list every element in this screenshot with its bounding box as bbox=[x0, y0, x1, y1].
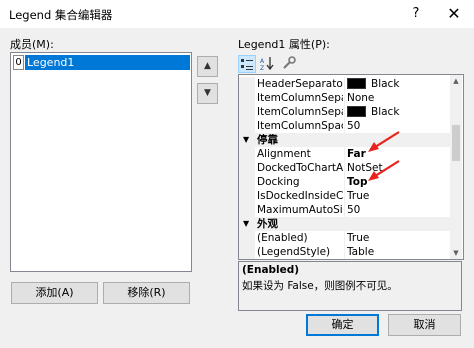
property-value-text: Top bbox=[347, 176, 368, 188]
property-row[interactable]: Alignment Far bbox=[239, 147, 450, 161]
members-label: 成员(M): bbox=[10, 38, 54, 51]
row-margin bbox=[239, 119, 255, 133]
column-divider bbox=[344, 245, 345, 259]
property-row[interactable]: HeaderSeparatorColor Black bbox=[239, 77, 450, 91]
property-row[interactable]: Docking Top bbox=[239, 175, 450, 189]
arrow-up-icon: ▲ bbox=[204, 61, 211, 71]
property-name: ItemColumnSpacing bbox=[257, 120, 343, 132]
property-name: ItemColumnSeparatorColor bbox=[257, 106, 343, 118]
properties-label: Legend1 属性(P): bbox=[238, 38, 330, 51]
column-divider bbox=[344, 189, 345, 203]
column-divider bbox=[344, 77, 345, 91]
row-margin bbox=[239, 245, 255, 259]
alphabetical-icon[interactable]: AZ bbox=[258, 55, 276, 73]
property-row[interactable]: ItemColumnSeparatorColor Black bbox=[239, 105, 450, 119]
close-button[interactable]: ✕ bbox=[443, 4, 465, 24]
property-value-cell: Black bbox=[347, 77, 450, 91]
description-text: 如果设为 False，则图例不可见。 bbox=[242, 280, 398, 292]
list-item[interactable]: 0 Legend1 bbox=[12, 55, 190, 70]
property-row[interactable]: (Enabled) True bbox=[239, 231, 450, 245]
scroll-down-icon[interactable]: ▼ bbox=[450, 247, 462, 259]
description-pane: (Enabled) 如果设为 False，则图例不可见。 bbox=[238, 261, 462, 311]
property-value: Table bbox=[347, 246, 375, 258]
move-up-button[interactable]: ▲ bbox=[197, 56, 218, 77]
color-swatch bbox=[347, 78, 366, 89]
column-divider bbox=[344, 105, 345, 119]
category-name: 停靠 bbox=[257, 134, 278, 146]
scroll-up-icon[interactable]: ▲ bbox=[450, 75, 462, 87]
property-name: Alignment bbox=[257, 148, 311, 160]
category-name: 外观 bbox=[257, 218, 278, 230]
title-bar: Legend 集合编辑器 ? ✕ bbox=[0, 0, 474, 28]
property-value: True bbox=[347, 232, 370, 244]
property-value: Black bbox=[371, 106, 400, 118]
members-list[interactable]: 0 Legend1 bbox=[10, 52, 192, 272]
row-margin bbox=[239, 161, 255, 175]
property-name: (Enabled) bbox=[257, 232, 308, 244]
collapse-icon[interactable]: ▼ bbox=[243, 217, 249, 231]
categorized-icon[interactable] bbox=[238, 55, 256, 73]
property-name: Docking bbox=[257, 176, 300, 188]
property-row[interactable]: DockedToChartArea NotSet bbox=[239, 161, 450, 175]
row-margin bbox=[239, 231, 255, 245]
scroll-thumb[interactable] bbox=[452, 125, 460, 161]
property-value: True bbox=[347, 190, 370, 202]
move-down-button[interactable]: ▼ bbox=[197, 83, 218, 104]
member-name: Legend1 bbox=[25, 55, 190, 70]
property-toolbar: AZ bbox=[238, 55, 328, 75]
row-margin bbox=[239, 77, 255, 91]
column-divider bbox=[344, 119, 345, 133]
property-name: HeaderSeparatorColor bbox=[257, 78, 343, 90]
remove-button[interactable]: 移除(R) bbox=[103, 282, 190, 304]
row-margin bbox=[239, 105, 255, 119]
property-value: Black bbox=[371, 78, 400, 90]
row-margin bbox=[239, 175, 255, 189]
property-name: (LegendStyle) bbox=[257, 246, 331, 258]
column-divider bbox=[344, 231, 345, 245]
property-value-cell: Black bbox=[347, 105, 450, 119]
arrow-down-icon: ▼ bbox=[204, 88, 211, 98]
cancel-button[interactable]: 取消 bbox=[388, 314, 461, 336]
help-button[interactable]: ? bbox=[405, 4, 427, 24]
property-row[interactable]: ItemColumnSeparatorColor None bbox=[239, 91, 450, 105]
property-grid[interactable]: HeaderSeparatorColor Black ItemColumnSep… bbox=[238, 74, 464, 260]
property-row[interactable]: IsDockedInsideChartArea True bbox=[239, 189, 450, 203]
property-value: None bbox=[347, 92, 375, 104]
svg-text:A: A bbox=[260, 58, 265, 65]
collapse-icon[interactable]: ▼ bbox=[243, 133, 249, 147]
window-title: Legend 集合编辑器 bbox=[9, 8, 113, 22]
category-docking[interactable]: ▼ 停靠 bbox=[239, 133, 450, 147]
row-margin bbox=[239, 203, 255, 217]
property-name: MaximumAutoSize bbox=[257, 204, 343, 216]
property-row[interactable]: (LegendStyle) Table bbox=[239, 245, 450, 259]
ok-button[interactable]: 确定 bbox=[306, 314, 379, 336]
property-name: IsDockedInsideChartArea bbox=[257, 190, 343, 202]
column-divider bbox=[344, 161, 345, 175]
column-divider bbox=[344, 147, 345, 161]
column-divider bbox=[344, 175, 345, 189]
add-button[interactable]: 添加(A) bbox=[11, 282, 98, 304]
annotation-arrow bbox=[368, 160, 400, 181]
property-row[interactable]: ItemColumnSpacing 50 bbox=[239, 119, 450, 133]
color-swatch bbox=[347, 106, 366, 117]
category-appearance[interactable]: ▼ 外观 bbox=[239, 217, 450, 231]
property-value: 50 bbox=[347, 204, 361, 216]
column-divider bbox=[344, 91, 345, 105]
row-margin bbox=[239, 91, 255, 105]
vertical-scrollbar[interactable]: ▲ ▼ bbox=[450, 75, 462, 259]
member-index: 0 bbox=[13, 55, 24, 70]
property-name: DockedToChartArea bbox=[257, 162, 343, 174]
row-margin bbox=[239, 147, 255, 161]
property-name: ItemColumnSeparatorColor bbox=[257, 92, 343, 104]
wrench-icon[interactable] bbox=[280, 55, 298, 73]
svg-text:Z: Z bbox=[260, 65, 264, 71]
property-row[interactable]: MaximumAutoSize 50 bbox=[239, 203, 450, 217]
description-title: (Enabled) bbox=[242, 264, 300, 276]
property-value-text: Far bbox=[347, 148, 366, 160]
annotation-arrow bbox=[368, 131, 400, 152]
column-divider bbox=[344, 203, 345, 217]
row-margin bbox=[239, 189, 255, 203]
